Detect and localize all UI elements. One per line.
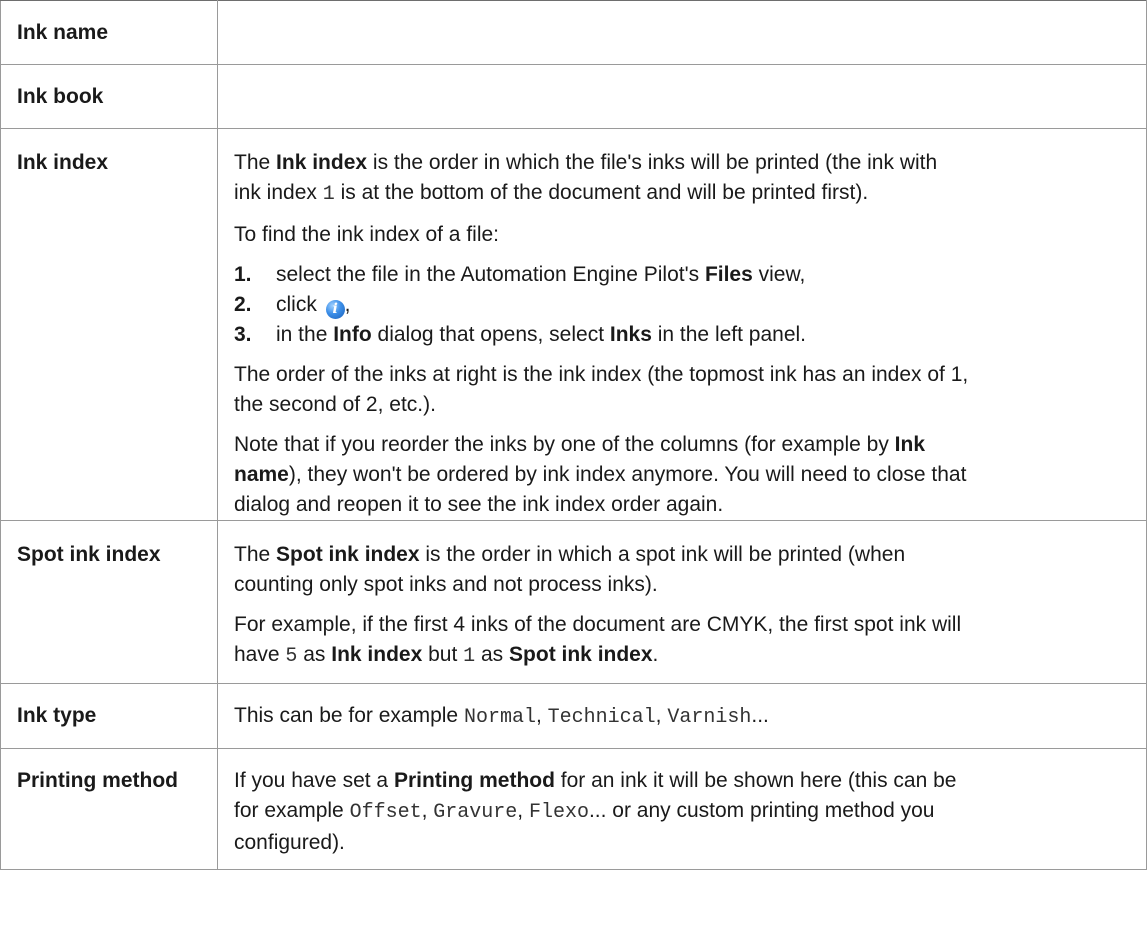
paragraph: dialog and reopen it to see the ink inde…	[234, 493, 724, 516]
term-cell: Ink name	[0, 0, 218, 65]
paragraph: the second of 2, etc.).	[234, 393, 436, 416]
term-ink-book: Ink book	[17, 85, 104, 108]
table-row-printing-method: Printing method If you have set a Printi…	[0, 748, 1147, 870]
paragraph: for example Offset, Gravure, Flexo... or…	[234, 799, 935, 824]
info-icon: i	[325, 300, 345, 319]
paragraph: have 5 as Ink index but 1 as Spot ink in…	[234, 643, 659, 668]
term-spot-ink-index: Spot ink index	[17, 543, 161, 566]
table-row-ink-book: Ink book	[0, 64, 1147, 129]
paragraph: name), they won't be ordered by ink inde…	[234, 463, 967, 486]
table-row-ink-index: Ink index The Ink index is the order in …	[0, 128, 1147, 521]
description-cell: The Ink index is the order in which the …	[217, 128, 1147, 521]
ink-properties-table: Ink name Ink book Ink index The Ink inde…	[0, 0, 1147, 870]
paragraph: This can be for example Normal, Technica…	[234, 704, 769, 729]
term-cell: Ink index	[0, 128, 218, 521]
term-ink-name: Ink name	[17, 21, 109, 44]
term-cell: Ink book	[0, 64, 218, 129]
paragraph: counting only spot inks and not process …	[234, 573, 658, 596]
term-cell: Printing method	[0, 748, 218, 870]
paragraph: The Spot ink index is the order in which…	[234, 543, 906, 566]
paragraph: The order of the inks at right is the in…	[234, 363, 969, 386]
term-ink-type: Ink type	[17, 704, 97, 727]
paragraph: configured).	[234, 831, 345, 854]
description-cell	[217, 0, 1147, 65]
table-row-spot-ink-index: Spot ink index The Spot ink index is the…	[0, 520, 1147, 684]
table-row-ink-name: Ink name	[0, 0, 1147, 65]
term-cell: Spot ink index	[0, 520, 218, 684]
steps-list: 1. select the file in the Automation Engi…	[234, 260, 1134, 350]
list-item: 2. click i,	[234, 293, 351, 319]
paragraph: The Ink index is the order in which the …	[234, 151, 938, 174]
paragraph: ink index 1 is at the bottom of the docu…	[234, 181, 869, 206]
description-cell: The Spot ink index is the order in which…	[217, 520, 1147, 684]
paragraph: To find the ink index of a file:	[234, 223, 499, 246]
table-row-ink-type: Ink type This can be for example Normal,…	[0, 683, 1147, 749]
description-cell: This can be for example Normal, Technica…	[217, 683, 1147, 749]
term-cell: Ink type	[0, 683, 218, 749]
description-cell	[217, 64, 1147, 129]
list-item: 3. in the Info dialog that opens, select …	[234, 323, 807, 346]
paragraph: Note that if you reorder the inks by one…	[234, 433, 926, 456]
term-ink-index: Ink index	[17, 151, 109, 174]
paragraph: For example, if the first 4 inks of the …	[234, 613, 962, 636]
paragraph: If you have set a Printing method for an…	[234, 769, 957, 792]
list-item: 1. select the file in the Automation Engi…	[234, 263, 806, 286]
term-printing-method: Printing method	[17, 769, 178, 792]
description-cell: If you have set a Printing method for an…	[217, 748, 1147, 870]
